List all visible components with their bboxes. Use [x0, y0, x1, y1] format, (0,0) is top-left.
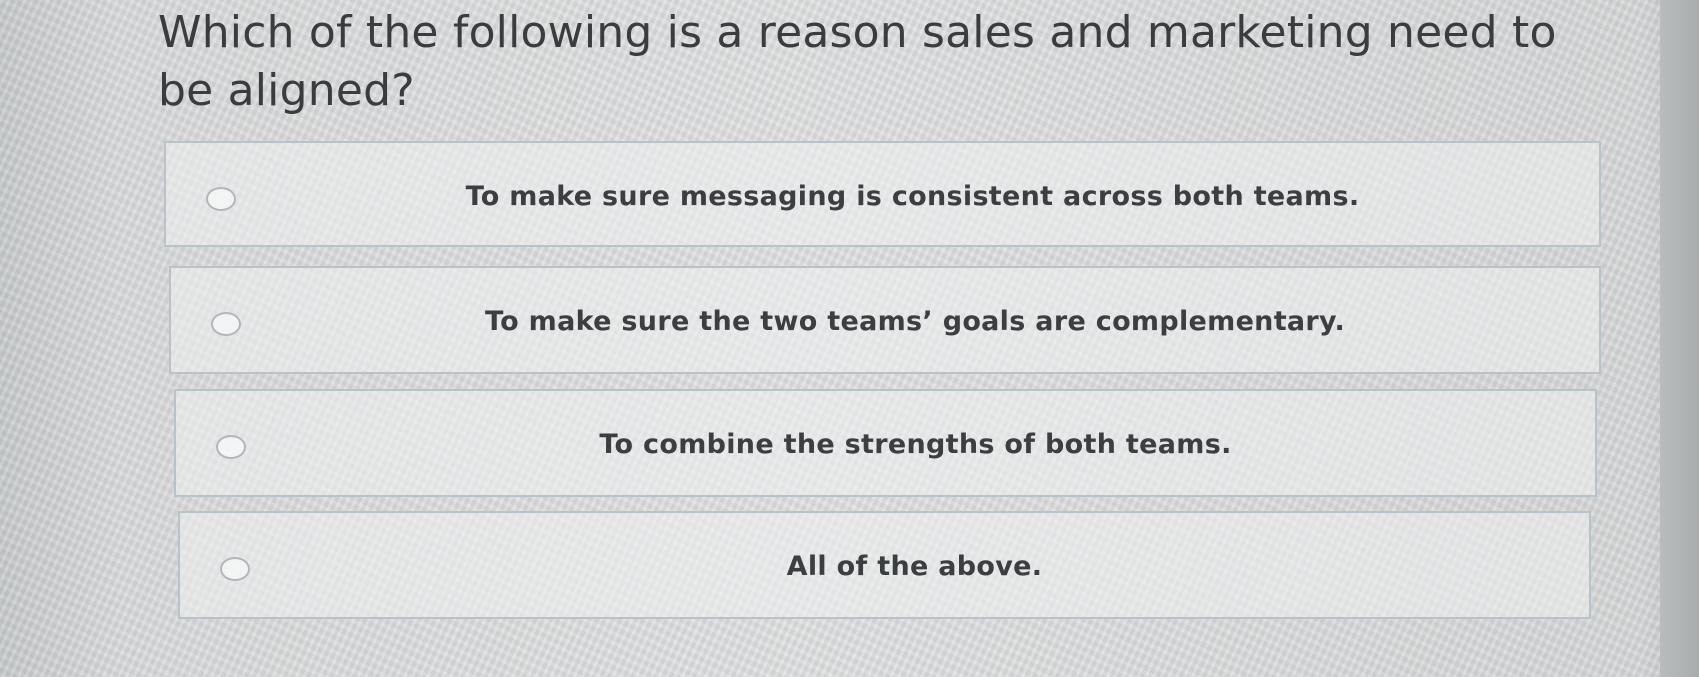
- answer-option-label: All of the above.: [786, 551, 1043, 582]
- answer-option-label: To combine the strengths of both teams.: [599, 429, 1232, 460]
- quiz-screen: Which of the following is a reason sales…: [0, 0, 1699, 677]
- answer-option-1[interactable]: To make sure messaging is consistent acr…: [164, 141, 1601, 247]
- radio-circle-icon[interactable]: [220, 557, 250, 581]
- answer-option-label: To make sure the two teams’ goals are co…: [484, 306, 1346, 337]
- answer-option-3[interactable]: To combine the strengths of both teams.: [174, 389, 1597, 497]
- answer-option-label: To make sure messaging is consistent acr…: [465, 181, 1360, 212]
- radio-circle-icon[interactable]: [206, 187, 236, 211]
- answer-option-2[interactable]: To make sure the two teams’ goals are co…: [169, 266, 1601, 374]
- radio-circle-icon[interactable]: [216, 435, 246, 459]
- radio-circle-icon[interactable]: [211, 312, 241, 336]
- question-text: Which of the following is a reason sales…: [158, 7, 1557, 116]
- answer-option-4[interactable]: All of the above.: [178, 511, 1591, 619]
- screen-bezel-edge: [1660, 0, 1699, 677]
